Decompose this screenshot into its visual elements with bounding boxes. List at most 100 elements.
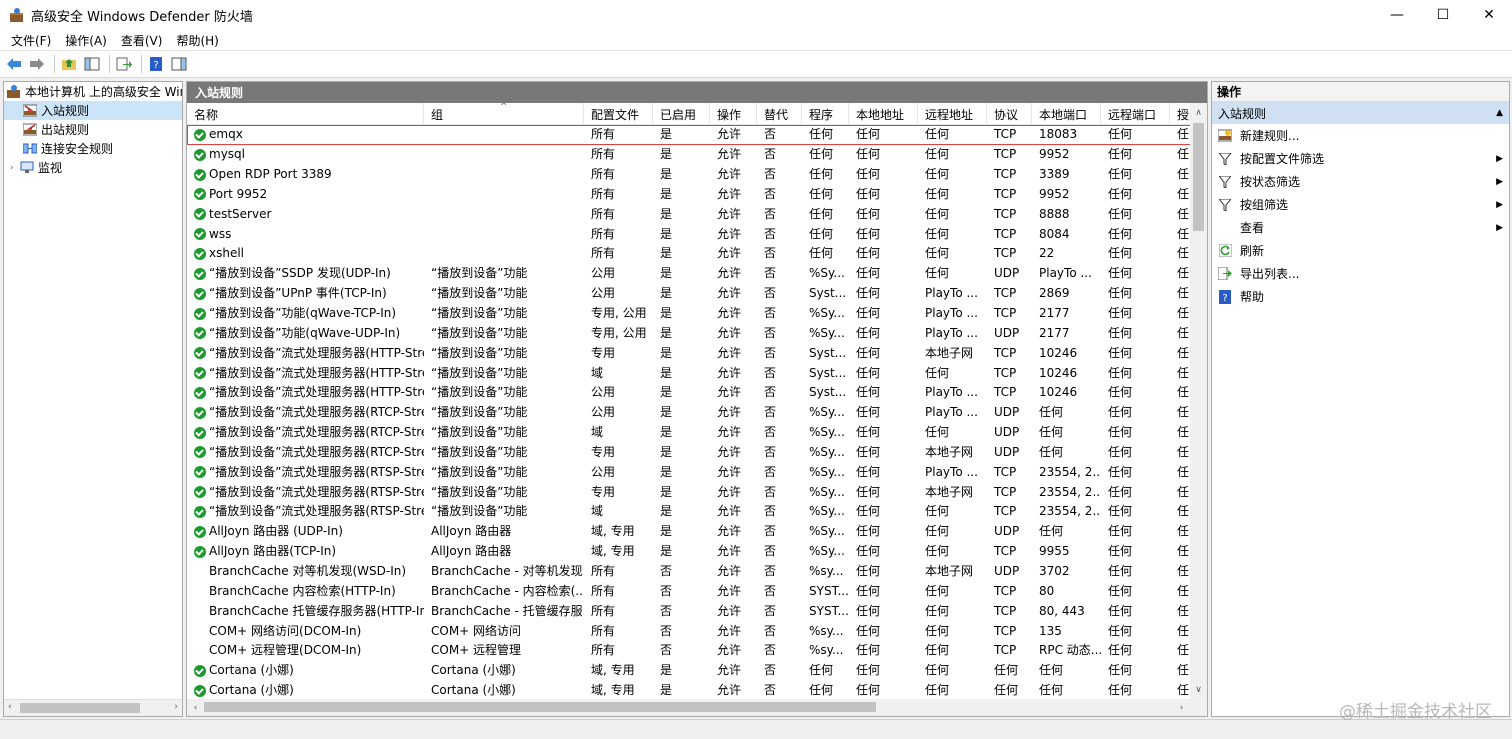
col-profile: 所有 [584, 582, 653, 601]
table-row[interactable]: Cortana (小娜) Cortana (小娜) 域, 专用 是 允许 否 任何 任何 任何 任… [187, 681, 1191, 699]
actions-section-inbound-rules[interactable]: 入站规则 ▲ [1212, 102, 1509, 124]
cell-text: 是 [660, 663, 673, 678]
table-row[interactable]: “播放到设备”功能(qWave-TCP-In) “播放到设备”功能 专用, 公用是 允… [187, 304, 1191, 324]
collapse-caret-icon[interactable]: ▲ [1496, 108, 1503, 118]
table-row[interactable]: “播放到设备”SSDP 发现(UDP-In) “播放到设备”功能 公用 是 允许 否 %Sy… [187, 264, 1191, 284]
grid-horizontal-scrollbar[interactable]: ‹ › [187, 699, 1207, 716]
close-button[interactable]: ✕ [1466, 0, 1512, 30]
action-help[interactable]: ? 帮助 [1212, 285, 1509, 308]
action-export-list[interactable]: 导出列表... [1212, 262, 1509, 285]
table-row[interactable]: “播放到设备”流式处理服务器(RTCP-Stre... “播放到设备”功能 域 是 允许… [187, 423, 1191, 443]
action-filter-by-state[interactable]: 按状态筛选 ▶ [1212, 170, 1509, 193]
table-row[interactable]: AllJoyn 路由器(TCP-In) AllJoyn 路由器 域, 专用 是 允许 否%… [187, 542, 1191, 562]
table-row[interactable]: “播放到设备”流式处理服务器(HTTP-Stre... “播放到设备”功能 公用 是 允… [187, 383, 1191, 403]
table-row[interactable]: BranchCache 内容检索(HTTP-In) BranchCache - 内… [187, 581, 1191, 601]
table-row[interactable]: Cortana (小娜) Cortana (小娜) 域, 专用 是 允许 否 任何 任何 任何 任… [187, 661, 1191, 681]
column-header-action[interactable]: 操作 [710, 103, 757, 125]
cell-text: 否 [660, 643, 673, 658]
column-header-enabled[interactable]: 已启用 [653, 103, 710, 125]
column-header-override[interactable]: 替代 [757, 103, 802, 125]
expand-chevron-icon[interactable]: › [10, 163, 20, 173]
show-hide-console-tree-icon[interactable] [82, 54, 102, 74]
action-filter-by-group[interactable]: 按组筛选 ▶ [1212, 193, 1509, 216]
column-header-local-port[interactable]: 本地端口 [1032, 103, 1101, 125]
scroll-right-icon[interactable]: › [174, 702, 178, 712]
toolbar-separator [54, 55, 55, 73]
col-local-port: 3702 [1032, 562, 1101, 581]
menu-view[interactable]: 查看(V) [114, 32, 170, 49]
enabled-check-icon [194, 486, 206, 499]
column-header-protocol[interactable]: 协议 [987, 103, 1032, 125]
action-view[interactable]: 查看 ▶ [1212, 216, 1509, 239]
table-row[interactable]: “播放到设备”流式处理服务器(RTCP-Stre... “播放到设备”功能 公用 是 允… [187, 403, 1191, 423]
table-row[interactable]: wss 所有 是 允许 否 任何 任何 任何 TCP 8084 任何 任 [187, 224, 1191, 244]
show-hide-action-pane-icon[interactable] [169, 54, 189, 74]
table-row[interactable]: “播放到设备”流式处理服务器(RTCP-Stre... “播放到设备”功能 专用 是 允… [187, 443, 1191, 463]
scroll-thumb[interactable] [204, 702, 876, 712]
table-row[interactable]: mysql 所有 是 允许 否 任何 任何 任何 TCP 9952 任何 任 [187, 145, 1191, 165]
scroll-right-icon[interactable]: › [1173, 699, 1190, 716]
tree-node-monitoring[interactable]: › 监视 [4, 158, 182, 177]
table-row[interactable]: “播放到设备”流式处理服务器(HTTP-Stre... “播放到设备”功能 专用 是 允… [187, 343, 1191, 363]
menu-action[interactable]: 操作(A) [58, 32, 114, 49]
column-header-remote-address[interactable]: 远程地址 [918, 103, 987, 125]
column-header-local-address[interactable]: 本地地址 [849, 103, 918, 125]
table-row[interactable]: “播放到设备”UPnP 事件(TCP-In) “播放到设备”功能 公用 是 允许 否 Sys… [187, 284, 1191, 304]
column-header-program[interactable]: 程序 [802, 103, 849, 125]
table-row[interactable]: “播放到设备”流式处理服务器(RTSP-Stre... “播放到设备”功能 专用 是 允… [187, 482, 1191, 502]
tree-horizontal-scrollbar[interactable]: ‹ › [4, 699, 182, 716]
back-icon[interactable] [4, 54, 24, 74]
minimize-button[interactable]: — [1374, 0, 1420, 30]
action-filter-by-profile[interactable]: 按配置文件筛选 ▶ [1212, 147, 1509, 170]
cell-text: “播放到设备”功能 [431, 444, 528, 459]
action-new-rule[interactable]: 新建规则... [1212, 124, 1509, 147]
tree-node-inbound-rules[interactable]: 入站规则 [4, 101, 182, 120]
table-row[interactable]: COM+ 远程管理(DCOM-In) COM+ 远程管理 所有 否 允许 否 %sy... 任… [187, 641, 1191, 661]
tree-node-outbound-rules[interactable]: 出站规则 [4, 120, 182, 139]
scroll-thumb[interactable] [20, 703, 140, 713]
column-header-name[interactable]: 名称 [187, 103, 424, 125]
grid-vertical-scrollbar[interactable]: ∧ ∨ [1190, 103, 1207, 700]
table-row[interactable]: “播放到设备”功能(qWave-UDP-In) “播放到设备”功能 专用, 公用是 允… [187, 323, 1191, 343]
col-local-address: 任何 [849, 264, 918, 283]
table-row[interactable]: emqx 所有 是 允许 否 任何 任何 任何 TCP 18083 任何 任 [187, 125, 1191, 145]
table-row[interactable]: “播放到设备”流式处理服务器(RTSP-Stre... “播放到设备”功能 域 是 允许… [187, 502, 1191, 522]
table-row[interactable]: AllJoyn 路由器 (UDP-In) AllJoyn 路由器 域, 专用 是 允许 否… [187, 522, 1191, 542]
table-row[interactable]: “播放到设备”流式处理服务器(HTTP-Stre... “播放到设备”功能 域 是 允许… [187, 363, 1191, 383]
table-row[interactable]: Port 9952 所有 是 允许 否 任何 任何 任何 TCP 9952 任何 任 [187, 185, 1191, 205]
scroll-left-icon[interactable]: ‹ [8, 702, 12, 712]
maximize-button[interactable]: ☐ [1420, 0, 1466, 30]
disabled-rule-spacer [194, 645, 206, 657]
col-remote-port: 任何 [1101, 542, 1170, 561]
menu-file[interactable]: 文件(F) [4, 32, 58, 49]
scroll-up-icon[interactable]: ∧ [1190, 105, 1207, 121]
table-row[interactable]: BranchCache 对等机发现(WSD-In) BranchCache - 对… [187, 562, 1191, 582]
submenu-arrow-icon: ▶ [1496, 153, 1503, 164]
tree-node-connection-security-rules[interactable]: 连接安全规则 [4, 139, 182, 158]
rules-grid: ^ 名称组配置文件 已启用 操作 替代 程序 本地地址 远程地址 协议 本地端口 远程端口授 em… [187, 103, 1191, 699]
col-protocol: TCP [987, 165, 1032, 184]
column-header-profile[interactable]: 配置文件 [584, 103, 653, 125]
col-override: 否 [757, 364, 802, 383]
column-header-remote-port[interactable]: 远程端口 [1101, 103, 1170, 125]
export-list-icon[interactable] [114, 54, 134, 74]
cell-text: 允许 [717, 464, 742, 479]
up-folder-icon[interactable] [59, 54, 79, 74]
cell-text: 专用 [591, 444, 616, 459]
table-row[interactable]: Open RDP Port 3389 所有 是 允许 否 任何 任何 任何 TCP 3389 任何 任 [187, 165, 1191, 185]
action-refresh[interactable]: 刷新 [1212, 239, 1509, 262]
forward-icon[interactable] [27, 54, 47, 74]
tree-root-node[interactable]: 本地计算机 上的高级安全 Windows [4, 82, 182, 101]
table-row[interactable]: COM+ 网络访问(DCOM-In) COM+ 网络访问 所有 否 允许 否 %sy... 任… [187, 621, 1191, 641]
menu-help[interactable]: 帮助(H) [169, 32, 225, 49]
scroll-down-icon[interactable]: ∨ [1190, 682, 1207, 698]
table-row[interactable]: BranchCache 托管缓存服务器(HTTP-In) BranchCache … [187, 601, 1191, 621]
table-row[interactable]: testServer 所有 是 允许 否 任何 任何 任何 TCP 8888 任何 任 [187, 204, 1191, 224]
scroll-thumb[interactable] [1193, 123, 1204, 231]
scroll-left-icon[interactable]: ‹ [187, 699, 204, 716]
column-header-authorized[interactable]: 授 [1170, 103, 1191, 125]
table-row[interactable]: “播放到设备”流式处理服务器(RTSP-Stre... “播放到设备”功能 公用 是 允… [187, 462, 1191, 482]
table-row[interactable]: xshell 所有 是 允许 否 任何 任何 任何 TCP 22 任何 任 [187, 244, 1191, 264]
col-program: %Sy... [802, 423, 849, 442]
help-icon[interactable]: ? [146, 54, 166, 74]
